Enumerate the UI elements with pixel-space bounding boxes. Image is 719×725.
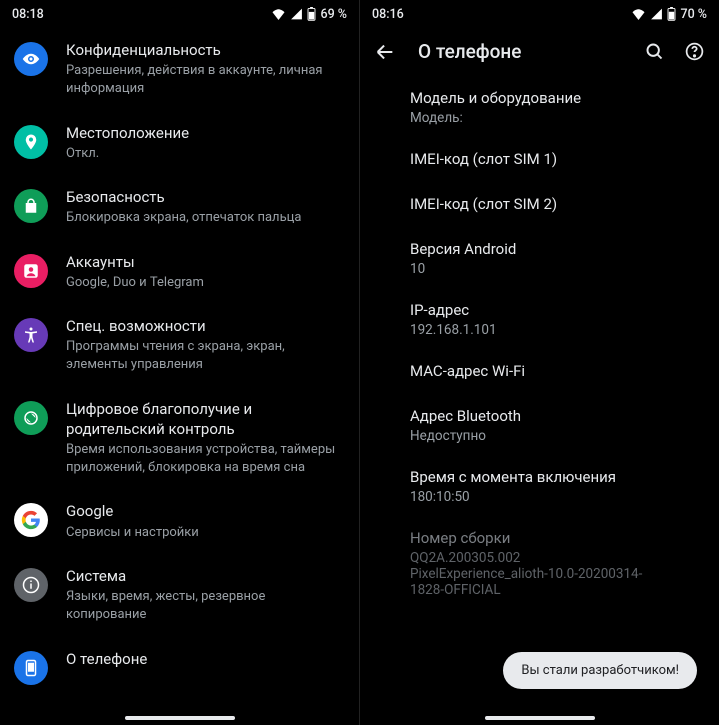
info-title: Адрес Bluetooth <box>410 407 669 425</box>
info-imei2[interactable]: IMEI-код (слот SIM 2) <box>360 187 719 232</box>
item-title: Аккаунты <box>66 252 345 272</box>
google-icon <box>14 503 48 537</box>
info-ip[interactable]: IP-адрес 192.168.1.101 <box>360 293 719 354</box>
info-title: MAC-адрес Wi-Fi <box>410 362 669 380</box>
info-mac[interactable]: MAC-адрес Wi-Fi <box>360 354 719 399</box>
settings-item-privacy[interactable]: Конфиденциальность Разрешения, действия … <box>0 28 359 111</box>
page-title: О телефоне <box>418 40 621 63</box>
status-right: 70 % <box>631 7 707 22</box>
info-icon <box>14 568 48 602</box>
battery-icon <box>307 7 316 21</box>
navbar[interactable] <box>360 711 719 725</box>
item-title: Местоположение <box>66 123 345 143</box>
settings-item-system[interactable]: Система Языки, время, жесты, резервное к… <box>0 554 359 637</box>
info-sub: 10 <box>410 261 669 277</box>
signal-icon <box>650 8 663 20</box>
battery-icon <box>667 7 676 21</box>
settings-item-google[interactable]: Google Сервисы и настройки <box>0 489 359 553</box>
item-sub: Время использования устройства, таймеры … <box>66 441 345 477</box>
info-title: Номер сборки <box>410 529 669 547</box>
help-button[interactable] <box>683 41 705 63</box>
search-button[interactable] <box>643 41 665 63</box>
statusbar: 08:18 69 % <box>0 0 359 28</box>
accounts-icon <box>14 254 48 288</box>
settings-item-wellbeing[interactable]: Цифровое благополучие и родительский кон… <box>0 387 359 490</box>
developer-toast: Вы стали разработчиком! <box>503 652 697 689</box>
item-title: Безопасность <box>66 187 345 207</box>
info-title: Модель и оборудование <box>410 89 669 107</box>
item-sub: Google, Duo и Telegram <box>66 274 345 292</box>
about-content: Модель и оборудование Модель: IMEI-код (… <box>360 81 719 711</box>
info-imei1[interactable]: IMEI-код (слот SIM 1) <box>360 142 719 187</box>
info-title: Версия Android <box>410 240 669 258</box>
item-title: О телефоне <box>66 649 345 669</box>
settings-item-about[interactable]: О телефоне <box>0 637 359 697</box>
info-sub: QQ2A.200305.002 <box>410 550 669 566</box>
item-title: Цифровое благополучие и родительский кон… <box>66 399 345 440</box>
item-sub: Сервисы и настройки <box>66 524 345 542</box>
item-sub: Языки, время, жесты, резервное копирован… <box>66 588 345 624</box>
settings-item-security[interactable]: Безопасность Блокировка экрана, отпечато… <box>0 175 359 239</box>
info-bluetooth[interactable]: Адрес Bluetooth Недоступно <box>360 399 719 460</box>
wellbeing-icon <box>14 401 48 435</box>
statusbar: 08:16 70 % <box>360 0 719 28</box>
item-title: Google <box>66 501 345 521</box>
wifi-icon <box>631 8 646 20</box>
screen-about-phone: 08:16 70 % О телефоне <box>360 0 719 725</box>
info-title: IMEI-код (слот SIM 1) <box>410 150 669 168</box>
appbar: О телефоне <box>360 28 719 81</box>
info-title: IMEI-код (слот SIM 2) <box>410 195 669 213</box>
lock-icon <box>14 189 48 223</box>
item-sub: Разрешения, действия в аккаунте, личная … <box>66 62 345 98</box>
status-time: 08:16 <box>372 7 404 22</box>
settings-item-accessibility[interactable]: Спец. возможности Программы чтения с экр… <box>0 304 359 387</box>
screen-settings-list: 08:18 69 % Конфиденциальность Разрешения… <box>0 0 360 725</box>
status-right: 69 % <box>271 7 347 22</box>
info-sub2: PixelExperience_alioth-10.0-20200314-182… <box>410 566 669 598</box>
info-build-number[interactable]: Номер сборки QQ2A.200305.002 PixelExperi… <box>360 521 719 614</box>
accessibility-icon <box>14 318 48 352</box>
item-sub: Откл. <box>66 145 345 163</box>
info-sub: Недоступно <box>410 428 669 444</box>
item-title: Конфиденциальность <box>66 40 345 60</box>
info-uptime[interactable]: Время с момента включения 180:10:50 <box>360 460 719 521</box>
info-sub: 192.168.1.101 <box>410 322 669 338</box>
info-sub: Модель: <box>410 110 669 126</box>
signal-icon <box>290 8 303 20</box>
battery-pct: 70 % <box>680 7 707 22</box>
status-time: 08:18 <box>12 7 44 22</box>
settings-list: Конфиденциальность Разрешения, действия … <box>0 28 359 711</box>
phone-icon <box>14 651 48 685</box>
settings-item-location[interactable]: Местоположение Откл. <box>0 111 359 175</box>
wifi-icon <box>271 8 286 20</box>
item-sub: Программы чтения с экрана, экран, элемен… <box>66 338 345 374</box>
info-sub: 180:10:50 <box>410 489 669 505</box>
info-title: Время с момента включения <box>410 468 669 486</box>
settings-item-accounts[interactable]: Аккаунты Google, Duo и Telegram <box>0 240 359 304</box>
battery-pct: 69 % <box>320 7 347 22</box>
navbar[interactable] <box>0 711 359 725</box>
location-icon <box>14 125 48 159</box>
back-button[interactable] <box>374 41 396 63</box>
item-title: Спец. возможности <box>66 316 345 336</box>
privacy-icon <box>14 42 48 76</box>
info-title: IP-адрес <box>410 301 669 319</box>
item-sub: Блокировка экрана, отпечаток пальца <box>66 209 345 227</box>
info-android-version[interactable]: Версия Android 10 <box>360 232 719 293</box>
item-title: Система <box>66 566 345 586</box>
info-model[interactable]: Модель и оборудование Модель: <box>360 81 719 142</box>
